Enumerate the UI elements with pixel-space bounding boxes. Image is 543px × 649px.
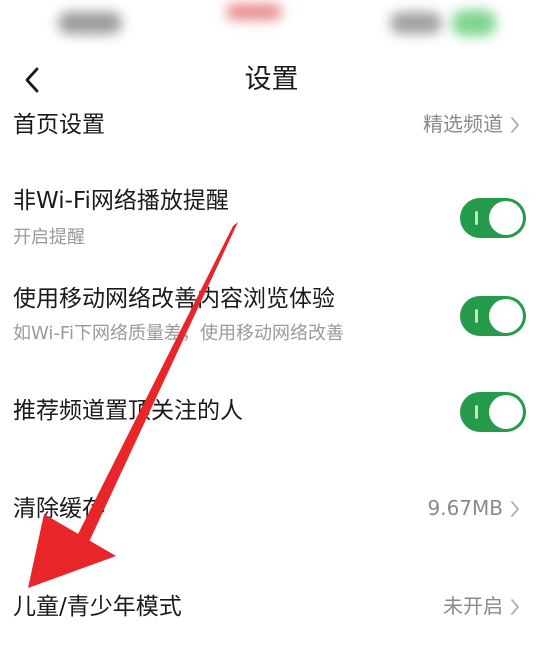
- toggle-knob: [489, 299, 523, 333]
- toggle-knob: [489, 201, 523, 235]
- toggle-knob: [489, 395, 523, 429]
- chevron-right-icon: [511, 117, 519, 133]
- setting-non-wifi-label: 非Wi-Fi网络播放提醒: [13, 188, 229, 214]
- status-time-blur: [58, 12, 122, 34]
- status-network-blur: [390, 12, 442, 34]
- setting-kids-mode[interactable]: 儿童/青少年模式 未开启: [0, 590, 543, 624]
- setting-pin-follow: 推荐频道置顶关注的人: [0, 392, 543, 432]
- mobile-data-toggle[interactable]: [460, 296, 526, 336]
- toggle-on-mark: [475, 405, 478, 419]
- setting-home-label: 首页设置: [13, 112, 105, 138]
- chevron-right-icon: [511, 599, 519, 615]
- setting-clear-cache-label: 清除缓存: [13, 496, 105, 522]
- status-notification-blur: [226, 4, 282, 20]
- setting-non-wifi-sublabel: 开启提醒: [13, 227, 85, 248]
- status-bar: [0, 0, 543, 48]
- setting-home-value: 精选频道: [423, 112, 503, 136]
- page-title: 设置: [244, 64, 299, 95]
- setting-pin-follow-label: 推荐频道置顶关注的人: [13, 398, 243, 424]
- setting-home[interactable]: 首页设置 精选频道: [0, 108, 543, 142]
- setting-clear-cache-value: 9.67MB: [427, 496, 503, 520]
- setting-mobile-data-sublabel: 如Wi-Fi下网络质量差，使用移动网络改善: [13, 323, 344, 344]
- header: 设置: [0, 52, 543, 108]
- setting-kids-mode-label: 儿童/青少年模式: [13, 594, 182, 620]
- pin-follow-toggle[interactable]: [460, 392, 526, 432]
- chevron-right-icon: [511, 501, 519, 517]
- setting-clear-cache[interactable]: 清除缓存 9.67MB: [0, 492, 543, 526]
- toggle-on-mark: [475, 309, 478, 323]
- non-wifi-toggle[interactable]: [460, 198, 526, 238]
- setting-non-wifi-reminder: 非Wi-Fi网络播放提醒 开启提醒: [0, 186, 543, 254]
- setting-mobile-data: 使用移动网络改善内容浏览体验 如Wi-Fi下网络质量差，使用移动网络改善: [0, 284, 543, 352]
- toggle-on-mark: [475, 211, 478, 225]
- setting-mobile-data-label: 使用移动网络改善内容浏览体验: [13, 286, 335, 312]
- battery-icon: [452, 10, 496, 36]
- setting-kids-mode-value: 未开启: [443, 594, 503, 618]
